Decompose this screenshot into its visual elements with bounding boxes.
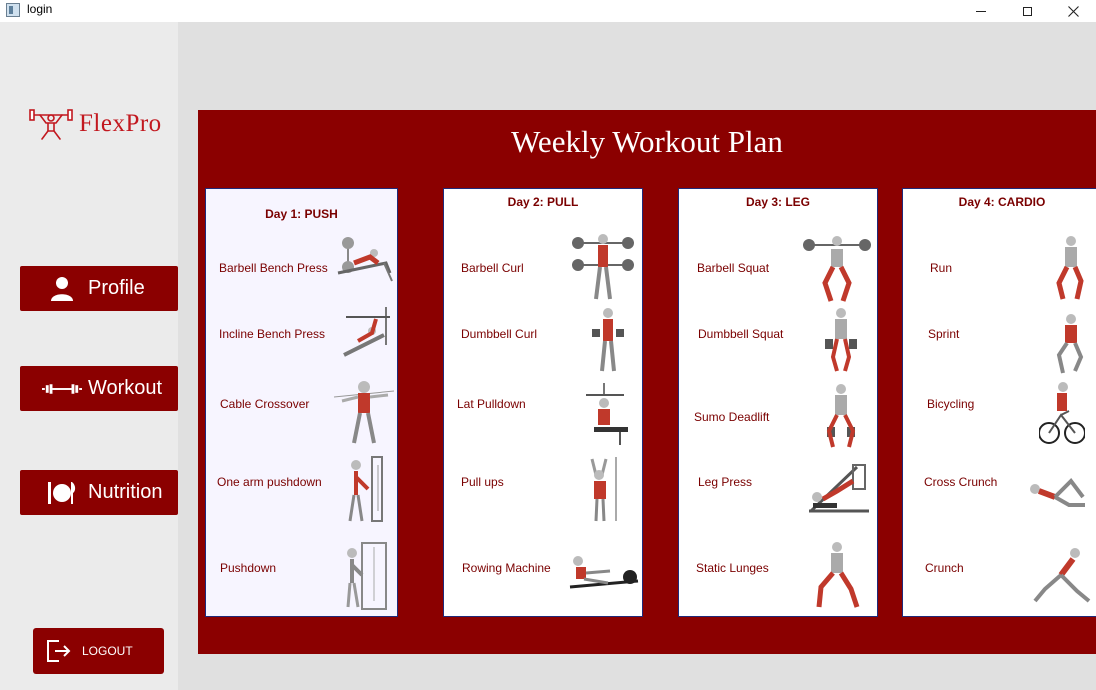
rowing-machine-figure-icon [569,556,639,589]
lat-pulldown-figure-icon [586,383,628,445]
exercise-label: Pull ups [461,475,504,489]
minimize-button[interactable] [958,0,1004,22]
logout-label: LOGOUT [82,644,133,658]
day-card-push: Day 1: PUSH Barbell Bench Press Incline … [205,188,398,617]
pushdown-figure-icon [346,542,387,610]
barbell-curl-figure-icon [572,234,634,300]
close-icon [1067,5,1079,17]
cross-crunch-figure-icon [1030,477,1085,507]
day-card-pull: Day 2: PULL Barbell Curl Dumbbell Curl L… [443,188,643,617]
day-title: Day 1: PUSH [265,207,338,221]
one-arm-pushdown-figure-icon [348,456,383,522]
run-figure-icon [1056,236,1084,300]
exercise-label: Sumo Deadlift [694,410,770,424]
sidebar: FlexPro Profile Workout Nutrition LOGOUT [0,22,178,690]
brand-logo: FlexPro [28,106,162,142]
exercise-label: Run [930,261,953,275]
maximize-icon [1022,6,1032,16]
maximize-button[interactable] [1004,0,1050,22]
exercise-label: Dumbbell Squat [698,327,784,341]
plate-cutlery-icon [42,481,82,505]
exercise-label: Static Lunges [696,561,769,575]
exercise-label: Rowing Machine [462,561,551,575]
day-title: Day 2: PULL [507,195,579,209]
window-titlebar: login [0,0,1096,22]
day-card-cardio: Day 4: CARDIO Run Sprint Bicycling Cross… [902,188,1096,617]
exercise-label: Cable Crossover [220,397,310,411]
leg-press-figure-icon [809,464,869,513]
exercise-label: Cross Crunch [924,475,998,489]
nav-nutrition-button[interactable]: Nutrition [20,470,178,515]
logout-icon [45,639,73,663]
nav-nutrition-label: Nutrition [88,481,163,503]
bicycling-figure-icon [1039,382,1085,444]
nav-profile-button[interactable]: Profile [20,266,178,311]
page-title: Weekly Workout Plan [511,124,783,159]
brand-name: FlexPro [79,110,162,137]
workout-plan-panel: Weekly Workout Plan Day 1: PUSH Barbell … [198,110,1096,654]
barbell-squat-figure-icon [803,236,871,302]
nav-workout-button[interactable]: Workout [20,366,178,411]
incline-press-figure-icon [343,307,390,357]
exercise-label: Sprint [928,327,960,341]
exercise-label: Lat Pulldown [457,397,526,411]
day-title: Day 4: CARDIO [958,195,1046,209]
exercise-label: Barbell Curl [461,261,524,275]
exercise-label: Dumbbell Curl [461,327,538,341]
exercise-label: Pushdown [220,561,277,575]
static-lunges-figure-icon [816,542,860,608]
window-title: login [27,2,53,16]
exercise-label: Bicycling [927,397,975,411]
exercise-label: Barbell Squat [697,261,770,275]
user-icon [42,276,82,302]
nav-profile-label: Profile [88,277,145,299]
day-title: Day 3: LEG [745,195,811,209]
bench-press-figure-icon [337,237,393,282]
pull-ups-figure-icon [590,457,617,522]
day-card-leg: Day 3: LEG Barbell Squat Dumbbell Squat … [678,188,878,617]
exercise-label: Leg Press [698,475,753,489]
exercise-label: Incline Bench Press [219,327,326,341]
app-icon [6,3,20,17]
dumbbell-curl-figure-icon [592,308,624,372]
sumo-deadlift-figure-icon [826,384,856,448]
nav-workout-label: Workout [88,377,163,399]
crunch-figure-icon [1033,548,1091,603]
minimize-icon [976,10,986,12]
sprint-figure-icon [1056,314,1084,374]
exercise-label: Crunch [925,561,964,575]
logout-button[interactable]: LOGOUT [33,628,164,674]
exercise-label: One arm pushdown [217,475,322,489]
dumbbell-squat-figure-icon [825,308,857,372]
cable-crossover-figure-icon [333,381,395,444]
exercise-label: Barbell Bench Press [219,261,328,275]
close-button[interactable] [1050,0,1096,22]
weightlifter-logo-icon [29,109,73,140]
dumbbell-icon [42,383,82,395]
